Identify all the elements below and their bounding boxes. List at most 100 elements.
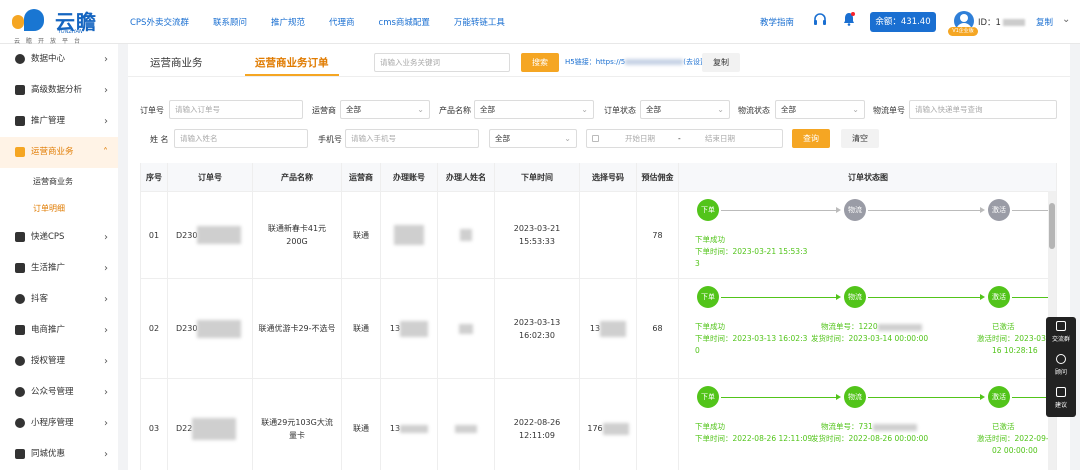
tab-operator-orders[interactable]: 运营商业务订单 [255, 55, 329, 70]
topnav-link[interactable]: 代理商 [329, 16, 355, 28]
sidebar-item-data-center[interactable]: 数据中心 › [0, 44, 118, 75]
chevron-right-icon: › [104, 418, 108, 429]
redacted-link [625, 59, 684, 65]
product-select-value: 全部 [480, 105, 495, 114]
sidebar-subitem-operator[interactable]: 运营商业务 [0, 168, 118, 195]
sidebar-subitem-orders[interactable]: 订单明细 [0, 195, 118, 222]
cell-operator: 联通 [342, 192, 381, 278]
flow-activated-text: 已激活 [992, 322, 1015, 331]
chevron-right-icon: › [104, 325, 108, 336]
edit-icon [1056, 387, 1066, 397]
sidebar-item-operator[interactable]: 运营商业务 ˄ [0, 137, 118, 168]
topnav-link[interactable]: 万能转链工具 [454, 16, 505, 28]
flow-logistics-no: 物流单号：731 [821, 421, 917, 433]
phone-input[interactable]: 请输入手机号 [345, 129, 479, 148]
date-range-picker[interactable]: 开始日期 - 结束日期 [586, 129, 783, 148]
redacted-value [192, 417, 237, 440]
sidebar-item-auth[interactable]: 授权管理 › [0, 346, 118, 377]
sidebar-item-douke[interactable]: 抖客 › [0, 284, 118, 315]
main-content: 运营商业务 运营商业务订单 请输入业务关键词 搜索 H5链接：https://5… [128, 44, 1070, 470]
calendar-icon [592, 135, 599, 142]
flow-node-logistics: 物流 [844, 199, 866, 221]
flow-line [1012, 210, 1052, 211]
logo[interactable]: 云瞻 YUNZHAN 云瞻开放平台 [10, 5, 105, 45]
topnav-link[interactable]: CPS外卖交流群 [130, 16, 189, 28]
logistics-no-input[interactable]: 请输入快递单号查询 [909, 100, 1057, 119]
top-bar: 云瞻 YUNZHAN 云瞻开放平台 CPS外卖交流群 联系顾问 推广规范 代理商… [0, 0, 1080, 45]
name-label: 姓 名 [150, 135, 169, 144]
tiktok-icon [15, 294, 25, 304]
copy-link-button[interactable]: 复制 [702, 53, 740, 72]
clear-button[interactable]: 清空 [841, 129, 879, 148]
wechat-icon [15, 387, 25, 397]
tab-operator[interactable]: 运营商业务 [150, 55, 203, 70]
operator-select[interactable]: 全部 ⌄ [340, 100, 430, 119]
sidebar-item-ecommerce[interactable]: 电商推广 › [0, 315, 118, 346]
flow-status-text: 下单成功 [695, 235, 725, 244]
table-row[interactable]: 03 D22 联通29元103G大流量卡 联通 13 2022-08-26 12… [141, 379, 1056, 470]
topnav-link[interactable]: cms商城配置 [379, 16, 430, 28]
sidebar-item-mini-program[interactable]: 小程序管理 › [0, 408, 118, 439]
sidebar-item-label: 高级数据分析 [31, 85, 83, 95]
search-button[interactable]: 搜索 [521, 53, 559, 72]
copy-id-link[interactable]: 复制 [1036, 16, 1053, 28]
product-select[interactable]: 全部 ⌄ [474, 100, 594, 119]
name-input[interactable]: 请输入姓名 [174, 129, 308, 148]
bell-icon[interactable] [843, 12, 855, 26]
sidebar-item-express[interactable]: 快递CPS › [0, 222, 118, 253]
sidebar-item-promotion[interactable]: 推广管理 › [0, 106, 118, 137]
flow-line [1012, 297, 1052, 298]
h5-link[interactable]: H5链接：https://5 (去设置) [565, 57, 710, 67]
col-header: 选择号码 [580, 163, 637, 192]
flow-node-order: 下单 [697, 199, 719, 221]
cell-status-flow: 下单 物流 激活 下单成功 下单时间：2023-03-13 16:02:3 0 … [679, 279, 1056, 378]
status-flow: 下单 物流 激活 下单成功 下单时间：2022-08-26 12:11:09 物… [679, 379, 1056, 470]
topnav-link[interactable]: 联系顾问 [213, 16, 247, 28]
chevron-right-icon: › [104, 116, 108, 127]
cell-name [438, 379, 495, 470]
sidebar-item-life[interactable]: 生活推广 › [0, 253, 118, 284]
help-link[interactable]: 教学指南 [760, 16, 794, 28]
sidebar-item-local-deals[interactable]: 同城优惠 › [0, 439, 118, 470]
col-header: 运营商 [342, 163, 381, 192]
vip-badge: V1企业版 [948, 27, 978, 36]
logo-mark [10, 7, 52, 31]
suggestion-button[interactable]: 建议 [1046, 383, 1076, 416]
flow-node-order: 下单 [697, 286, 719, 308]
table-row[interactable]: 02 D230 联通优游卡29-不选号 联通 13 2023-03-13 16:… [141, 279, 1056, 379]
col-header: 订单状态图 [679, 163, 1056, 192]
mini-app-icon [15, 418, 25, 428]
advisor-button[interactable]: 顾问 [1046, 350, 1076, 383]
topnav-link[interactable]: 推广规范 [271, 16, 305, 28]
extra-select[interactable]: 全部 ⌄ [489, 129, 577, 148]
chat-group-button[interactable]: 交流群 [1046, 317, 1076, 350]
sidebar-item-official-account[interactable]: 公众号管理 › [0, 377, 118, 408]
number-text: 13 [589, 324, 601, 333]
scrollbar-thumb[interactable] [1049, 203, 1055, 249]
cell-name [438, 279, 495, 378]
col-header: 办理账号 [381, 163, 438, 192]
end-date[interactable]: 结束日期 [705, 130, 735, 147]
logistics-no-text: 物流单号：731 [821, 422, 873, 431]
sidebar-item-label: 抖客 [31, 294, 49, 304]
chart-icon [15, 54, 25, 64]
order-no-input[interactable]: 请输入订单号 [169, 100, 303, 119]
logistics-status-select[interactable]: 全部 ⌄ [775, 100, 865, 119]
sidebar-item-advanced-analysis[interactable]: 高级数据分析 › [0, 75, 118, 106]
start-date[interactable]: 开始日期 [625, 130, 655, 147]
redacted-value [459, 323, 473, 334]
tab-bar: 运营商业务 运营商业务订单 请输入业务关键词 搜索 H5链接：https://5… [128, 44, 1070, 77]
balance-badge[interactable]: 余额：431.40 [870, 12, 936, 32]
chevron-down-icon[interactable]: ⌄ [1062, 14, 1070, 25]
chat-icon [1056, 321, 1066, 331]
chevron-down-icon: ⌄ [417, 105, 424, 114]
search-input[interactable]: 请输入业务关键词 [374, 53, 510, 72]
col-header: 下单时间 [495, 163, 580, 192]
order-no-text: D230 [176, 230, 198, 240]
query-button[interactable]: 查询 [792, 129, 830, 148]
cell-number: 176 [580, 379, 637, 470]
redacted-value [197, 226, 242, 244]
table-row[interactable]: 01 D230 联通新春卡41元200G 联通 2023-03-21 15:53… [141, 192, 1056, 279]
order-status-select[interactable]: 全部 ⌄ [640, 100, 730, 119]
headset-icon[interactable] [813, 13, 827, 27]
